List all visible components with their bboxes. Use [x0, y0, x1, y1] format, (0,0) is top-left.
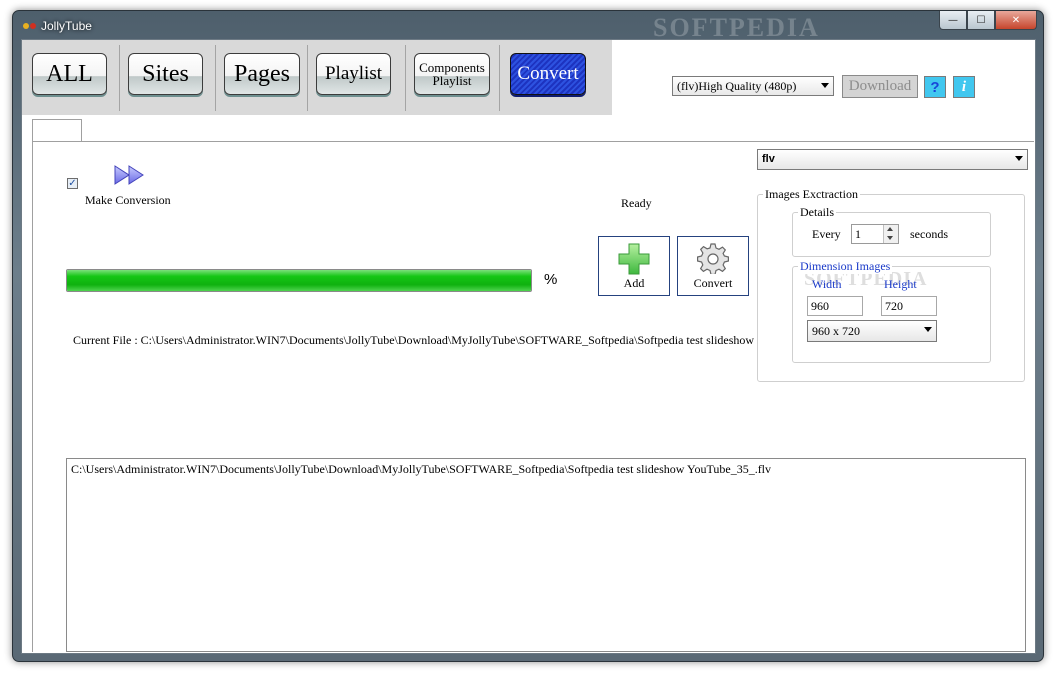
every-label: Every [812, 227, 841, 241]
maximize-icon: ☐ [976, 14, 986, 26]
tab-components-playlist[interactable]: Components Playlist [414, 53, 490, 95]
make-conversion-checkbox[interactable]: ✓ [67, 178, 78, 189]
minimize-button[interactable]: — [939, 11, 967, 30]
chevron-down-icon [924, 327, 932, 332]
height-label: Height [884, 277, 917, 291]
quality-dropdown[interactable]: (flv)High Quality (480p) [672, 76, 834, 96]
width-label: Width [812, 277, 842, 291]
tab-sites[interactable]: Sites [128, 53, 203, 95]
inner-tab[interactable] [32, 119, 82, 142]
conversion-progress-bar [66, 269, 532, 292]
add-button[interactable]: Add [598, 236, 670, 296]
percent-label: % [544, 271, 558, 288]
progress-fill [67, 270, 531, 291]
fast-forward-icon [114, 165, 144, 185]
window-title: JollyTube [41, 19, 92, 33]
close-button[interactable]: ✕ [995, 11, 1037, 30]
plus-icon [618, 243, 650, 275]
minimize-icon: — [948, 14, 958, 26]
tab-playlist[interactable]: Playlist [316, 53, 391, 95]
title-bar[interactable]: JollyTube SOFTPEDIA — ☐ ✕ [13, 11, 1043, 42]
chevron-down-icon[interactable] [887, 236, 893, 240]
interval-value: 1 [855, 227, 861, 241]
dimension-images-title: Dimension Images [798, 259, 893, 274]
log-line: C:\Users\Administrator.WIN7\Documents\Jo… [71, 462, 772, 476]
window-controls: — ☐ ✕ [939, 11, 1037, 30]
make-conversion-label: Make Conversion [85, 193, 171, 207]
tab-slot-pages: Pages [216, 45, 308, 111]
gear-icon [697, 243, 729, 274]
height-input[interactable]: 720 [881, 296, 937, 316]
app-window: JollyTube SOFTPEDIA — ☐ ✕ ALL Sites Page… [12, 10, 1044, 662]
format-selected-value: flv [762, 153, 775, 165]
help-button[interactable]: ? [924, 76, 946, 98]
info-button[interactable]: i [953, 76, 975, 98]
tab-pages[interactable]: Pages [224, 53, 300, 95]
tab-slot-components-playlist: Components Playlist [406, 45, 500, 111]
width-input[interactable]: 960 [807, 296, 863, 316]
tab-slot-all: ALL [22, 45, 120, 111]
quality-selected-value: (flv)High Quality (480p) [677, 79, 797, 93]
size-dropdown[interactable]: 960 x 720 [807, 320, 937, 342]
chevron-down-icon [1015, 156, 1023, 161]
tab-convert[interactable]: Convert [510, 53, 586, 95]
download-button[interactable]: Download [842, 75, 918, 98]
main-tab-strip: ALL Sites Pages Playlist Components Play… [22, 40, 612, 115]
maximize-button[interactable]: ☐ [967, 11, 995, 30]
tab-components-line2: Playlist [432, 73, 472, 88]
stepper-arrows[interactable] [883, 225, 898, 243]
seconds-label: seconds [910, 227, 948, 241]
tab-all[interactable]: ALL [32, 53, 107, 95]
size-selected-value: 960 x 720 [812, 324, 860, 338]
chevron-up-icon[interactable] [887, 227, 893, 231]
chevron-down-icon [821, 83, 829, 88]
convert-button[interactable]: Convert [677, 236, 749, 296]
output-log[interactable]: C:\Users\Administrator.WIN7\Documents\Jo… [66, 458, 1026, 652]
convert-label: Convert [693, 276, 733, 290]
details-title: Details [798, 205, 836, 220]
tab-slot-sites: Sites [120, 45, 216, 111]
client-area: ALL Sites Pages Playlist Components Play… [21, 39, 1036, 654]
tab-slot-playlist: Playlist [308, 45, 406, 111]
current-file-label: Current File : C:\Users\Administrator.WI… [73, 333, 755, 347]
format-dropdown[interactable]: flv [757, 149, 1028, 170]
status-label: Ready [621, 196, 652, 210]
app-icon [23, 23, 36, 29]
add-label: Add [623, 276, 645, 290]
images-extraction-title: Images Exctraction [763, 187, 860, 202]
tab-slot-convert: Convert [500, 45, 610, 111]
interval-stepper[interactable]: 1 [851, 224, 899, 244]
close-icon: ✕ [1011, 14, 1021, 26]
